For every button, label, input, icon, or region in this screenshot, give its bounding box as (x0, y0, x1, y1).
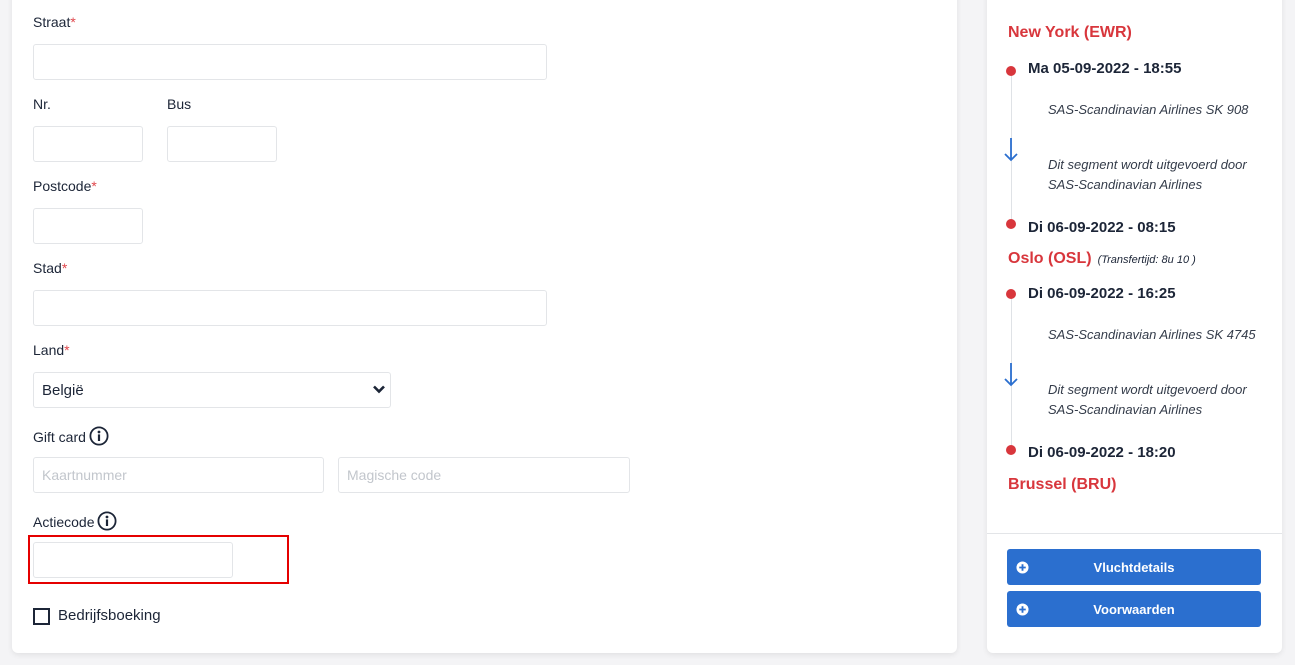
required-mark: * (64, 342, 70, 358)
company-booking-label[interactable]: Bedrijfsboeking (58, 607, 161, 624)
plus-circle-icon (1016, 561, 1029, 574)
info-icon[interactable] (97, 511, 117, 531)
promo-code-label-text: Actiecode (33, 514, 95, 530)
promo-code-input[interactable] (33, 542, 233, 578)
country-label: Land* (33, 342, 70, 358)
flight-details-label: Vluchtdetails (1093, 559, 1175, 575)
country-selected-value: België (42, 381, 84, 399)
segment-arrival: Di 06-09-2022 - 08:15 (1028, 219, 1176, 236)
required-mark: * (70, 14, 76, 30)
divider (987, 533, 1282, 534)
destination-city: Brussel (BRU) (1008, 476, 1117, 493)
transfer-city-name: Oslo (OSL) (1008, 250, 1092, 267)
plus-circle-icon (1016, 603, 1029, 616)
city-input[interactable] (33, 290, 547, 326)
gift-card-label-text: Gift card (33, 429, 86, 445)
conditions-button[interactable]: Voorwaarden (1007, 591, 1261, 627)
chevron-down-icon (373, 385, 385, 394)
required-mark: * (91, 178, 97, 194)
segment-arrival: Di 06-09-2022 - 18:20 (1028, 444, 1176, 461)
segment-departure: Ma 05-09-2022 - 18:55 (1028, 60, 1182, 77)
bus-input[interactable] (167, 126, 277, 162)
gift-card-label: Gift card (33, 426, 109, 446)
transfer-city: Oslo (OSL) (Transfertijd: 8u 10 ) (1008, 250, 1196, 268)
country-select[interactable]: België (33, 372, 391, 408)
company-booking-checkbox[interactable] (33, 608, 50, 625)
required-mark: * (61, 260, 68, 276)
bus-label: Bus (167, 96, 192, 112)
promo-code-label: Actiecode (33, 511, 117, 531)
conditions-label: Voorwaarden (1093, 601, 1175, 617)
city-label: Stad* (33, 260, 67, 276)
timeline-dot (1006, 66, 1016, 76)
street-label: Straat* (33, 14, 76, 30)
postcode-label: Postcode* (33, 178, 97, 194)
segment-flight: SAS-Scandinavian Airlines SK 908 (1048, 102, 1249, 117)
number-input[interactable] (33, 126, 143, 162)
timeline-dot (1006, 445, 1016, 455)
segment-flight: SAS-Scandinavian Airlines SK 4745 (1048, 327, 1256, 342)
postcode-label-text: Postcode (33, 178, 92, 194)
origin-city: New York (EWR) (1008, 24, 1132, 41)
transfer-time: (Transfertijd: 8u 10 ) (1097, 254, 1196, 266)
magic-code-input[interactable] (338, 457, 630, 493)
info-icon[interactable] (89, 426, 109, 446)
postcode-input[interactable] (33, 208, 143, 244)
segment-operator: Dit segment wordt uitgevoerd door SAS-Sc… (1048, 157, 1247, 192)
segment-departure: Di 06-09-2022 - 16:25 (1028, 285, 1176, 302)
city-label-text: Stad (33, 260, 62, 276)
flight-details-button[interactable]: Vluchtdetails (1007, 549, 1261, 585)
arrow-down-icon (1004, 138, 1018, 162)
arrow-down-icon (1004, 363, 1018, 387)
number-label: Nr. (33, 96, 51, 112)
street-input[interactable] (33, 44, 547, 80)
country-label-text: Land (33, 342, 65, 358)
card-number-input[interactable] (33, 457, 324, 493)
segment-operator: Dit segment wordt uitgevoerd door SAS-Sc… (1048, 382, 1247, 417)
street-label-text: Straat (33, 14, 71, 30)
timeline-dot (1006, 219, 1016, 229)
timeline-dot (1006, 289, 1016, 299)
